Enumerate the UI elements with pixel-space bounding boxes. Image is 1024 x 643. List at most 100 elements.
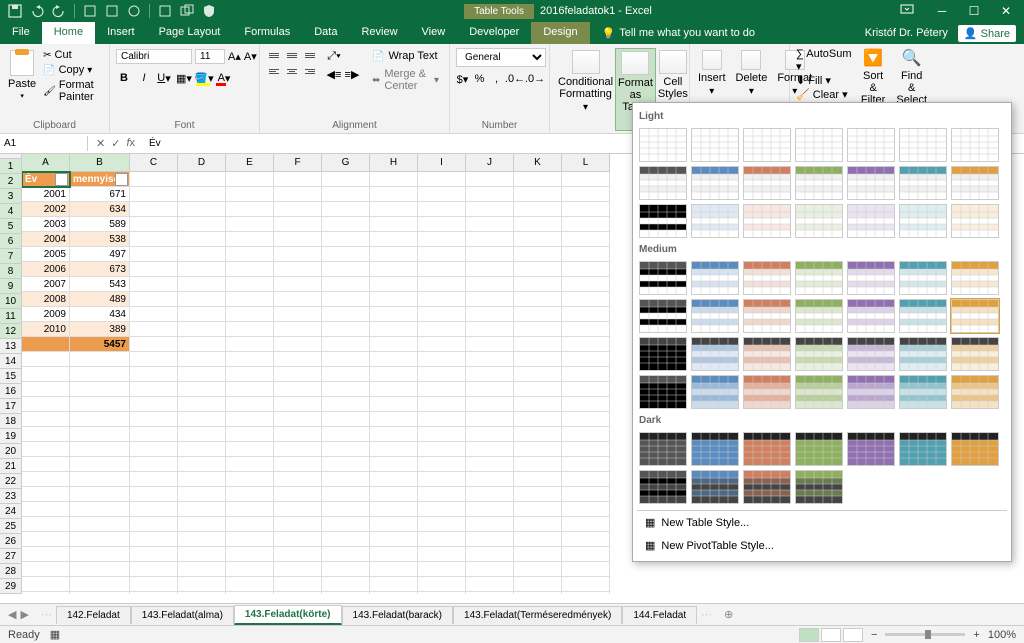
increase-decimal[interactable]: .0←: [507, 71, 523, 87]
column-header[interactable]: D: [178, 154, 226, 172]
border-button[interactable]: ▦▾: [176, 70, 192, 86]
cell[interactable]: [418, 172, 466, 187]
cell[interactable]: [70, 397, 130, 412]
sheet-tab[interactable]: 143.Feladat(Terméseredmények): [453, 606, 622, 624]
row-header[interactable]: 21: [0, 459, 22, 474]
table-style-option[interactable]: [847, 166, 895, 200]
cell[interactable]: [418, 532, 466, 547]
cell[interactable]: [466, 367, 514, 382]
align-middle[interactable]: [284, 48, 300, 62]
cell[interactable]: [22, 352, 70, 367]
table-style-option[interactable]: [795, 204, 843, 238]
table-style-option[interactable]: [951, 432, 999, 466]
sheet-tab[interactable]: 143.Feladat(alma): [131, 606, 234, 624]
cell[interactable]: [418, 277, 466, 292]
cell[interactable]: [226, 232, 274, 247]
table-style-option[interactable]: [795, 166, 843, 200]
cell[interactable]: [226, 532, 274, 547]
cell[interactable]: [370, 292, 418, 307]
filter-dropdown-icon[interactable]: ▾: [55, 173, 68, 186]
cell[interactable]: [226, 202, 274, 217]
cell[interactable]: [130, 277, 178, 292]
cell[interactable]: [466, 502, 514, 517]
cell[interactable]: [178, 277, 226, 292]
bold-button[interactable]: B: [116, 70, 132, 86]
cell[interactable]: [418, 202, 466, 217]
cell[interactable]: [130, 217, 178, 232]
tab-view[interactable]: View: [410, 22, 458, 44]
cell[interactable]: [226, 262, 274, 277]
cell[interactable]: [130, 397, 178, 412]
cell[interactable]: [562, 202, 610, 217]
cell[interactable]: [274, 367, 322, 382]
column-header[interactable]: L: [562, 154, 610, 172]
cell[interactable]: [562, 172, 610, 187]
cell[interactable]: [370, 247, 418, 262]
copy-button[interactable]: 📄 Copy ▾: [42, 63, 103, 77]
orientation-button[interactable]: ⤢▾: [326, 48, 342, 64]
cell[interactable]: [322, 172, 370, 187]
cell[interactable]: [370, 532, 418, 547]
cell[interactable]: [130, 547, 178, 562]
cell[interactable]: [514, 232, 562, 247]
cell[interactable]: [130, 322, 178, 337]
cell[interactable]: [322, 352, 370, 367]
cell[interactable]: [418, 472, 466, 487]
table-style-option[interactable]: [951, 337, 999, 371]
cell[interactable]: [562, 262, 610, 277]
cell[interactable]: [178, 367, 226, 382]
cell[interactable]: [418, 592, 466, 594]
view-page-break[interactable]: [843, 628, 863, 642]
cell[interactable]: [178, 247, 226, 262]
cell[interactable]: [130, 247, 178, 262]
cell[interactable]: [322, 382, 370, 397]
table-style-option[interactable]: [743, 470, 791, 504]
new-table-style[interactable]: ▦ New Table Style...: [637, 511, 1007, 534]
tab-home[interactable]: Home: [42, 22, 95, 44]
cell[interactable]: [226, 502, 274, 517]
cell[interactable]: [274, 592, 322, 594]
cell[interactable]: [322, 217, 370, 232]
cell[interactable]: [418, 442, 466, 457]
tab-insert[interactable]: Insert: [95, 22, 147, 44]
cell[interactable]: Év▾: [22, 172, 70, 187]
cell[interactable]: [22, 442, 70, 457]
row-header[interactable]: 13: [0, 339, 22, 354]
table-style-option[interactable]: [743, 128, 791, 162]
cell[interactable]: [22, 532, 70, 547]
cell[interactable]: [274, 517, 322, 532]
cell[interactable]: [466, 562, 514, 577]
cell[interactable]: [70, 472, 130, 487]
cell[interactable]: [274, 442, 322, 457]
table-style-option[interactable]: [691, 261, 739, 295]
cell[interactable]: [130, 562, 178, 577]
conditional-formatting-button[interactable]: Conditional Formatting▾: [556, 48, 615, 131]
cell[interactable]: [418, 412, 466, 427]
cell[interactable]: [370, 517, 418, 532]
cell[interactable]: [418, 217, 466, 232]
accounting-format[interactable]: $▾: [456, 71, 469, 87]
sheet-tab[interactable]: 142.Feladat: [56, 606, 131, 624]
cell[interactable]: [418, 187, 466, 202]
cell[interactable]: [130, 262, 178, 277]
cell[interactable]: [22, 487, 70, 502]
cell[interactable]: [322, 427, 370, 442]
cell[interactable]: [514, 592, 562, 594]
table-style-option[interactable]: [743, 432, 791, 466]
cell[interactable]: [322, 187, 370, 202]
align-bottom[interactable]: [302, 48, 318, 62]
cell[interactable]: [418, 262, 466, 277]
cell[interactable]: [562, 577, 610, 592]
cell[interactable]: [274, 277, 322, 292]
cell[interactable]: [178, 322, 226, 337]
cancel-formula-icon[interactable]: ✕: [96, 137, 105, 150]
cell[interactable]: [562, 277, 610, 292]
table-style-option[interactable]: [795, 261, 843, 295]
cell[interactable]: [370, 502, 418, 517]
cell[interactable]: [418, 547, 466, 562]
cut-button[interactable]: ✂ Cut: [42, 48, 103, 62]
row-header[interactable]: 23: [0, 489, 22, 504]
row-header[interactable]: 20: [0, 444, 22, 459]
cell[interactable]: [322, 592, 370, 594]
cell[interactable]: [274, 322, 322, 337]
